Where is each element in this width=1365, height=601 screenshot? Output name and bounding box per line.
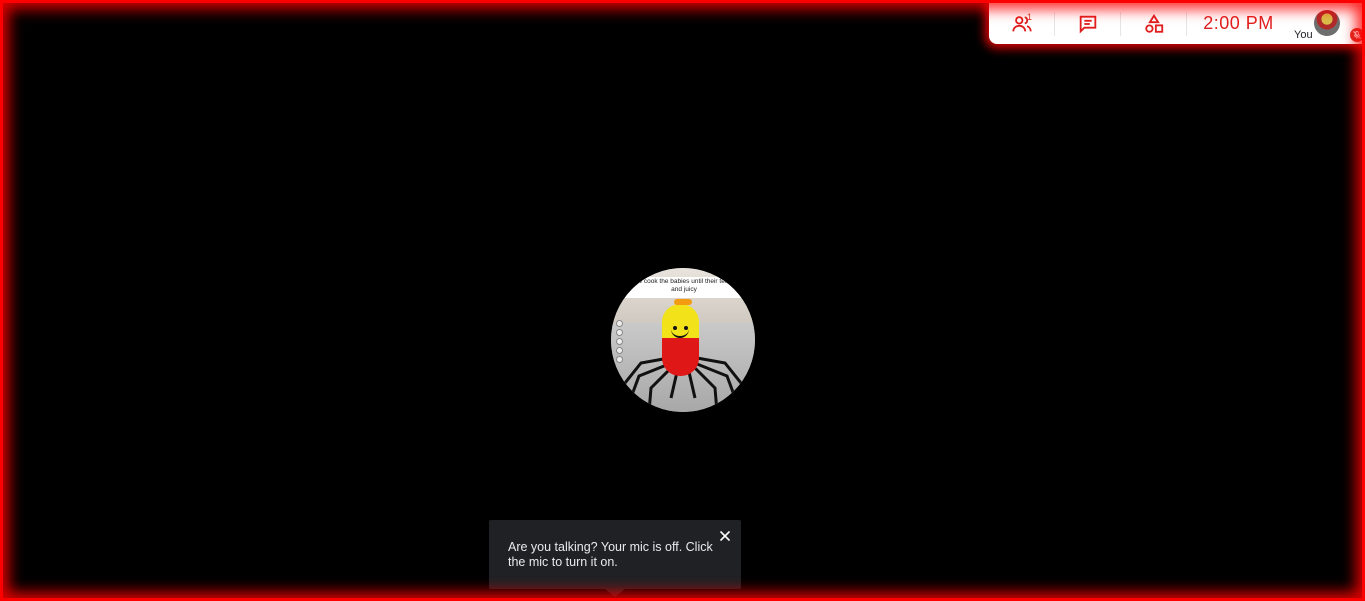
avatar — [1314, 10, 1340, 36]
chat-button[interactable] — [1055, 3, 1120, 44]
self-tile[interactable]: You — [1290, 3, 1364, 44]
clock: 2:00 PM — [1203, 13, 1274, 33]
self-label: You — [1294, 29, 1313, 41]
shapes-icon — [1144, 13, 1163, 33]
mic-reminder-toast: Are you talking? Your mic is off. Click … — [489, 520, 741, 597]
character-smile — [671, 326, 689, 338]
video-caption: now cook the babies until their tender a… — [625, 277, 743, 298]
close-icon[interactable] — [718, 529, 732, 543]
character-figure — [662, 304, 699, 376]
character-name-tag — [674, 299, 692, 305]
toast-pointer — [605, 589, 625, 597]
participants-button[interactable]: 1 — [989, 3, 1054, 44]
meeting-toolbar: 1 2:00 PM You — [989, 3, 1365, 44]
activities-button[interactable] — [1121, 3, 1186, 44]
participant-video[interactable]: now cook the babies until their tender a… — [611, 268, 755, 412]
chat-icon — [1079, 15, 1096, 34]
toast-message: Are you talking? Your mic is off. Click … — [508, 540, 713, 569]
participant-count-badge: 1 — [1027, 12, 1033, 22]
mic-off-icon — [1350, 28, 1364, 42]
top-edge-line — [0, 0, 1365, 2]
